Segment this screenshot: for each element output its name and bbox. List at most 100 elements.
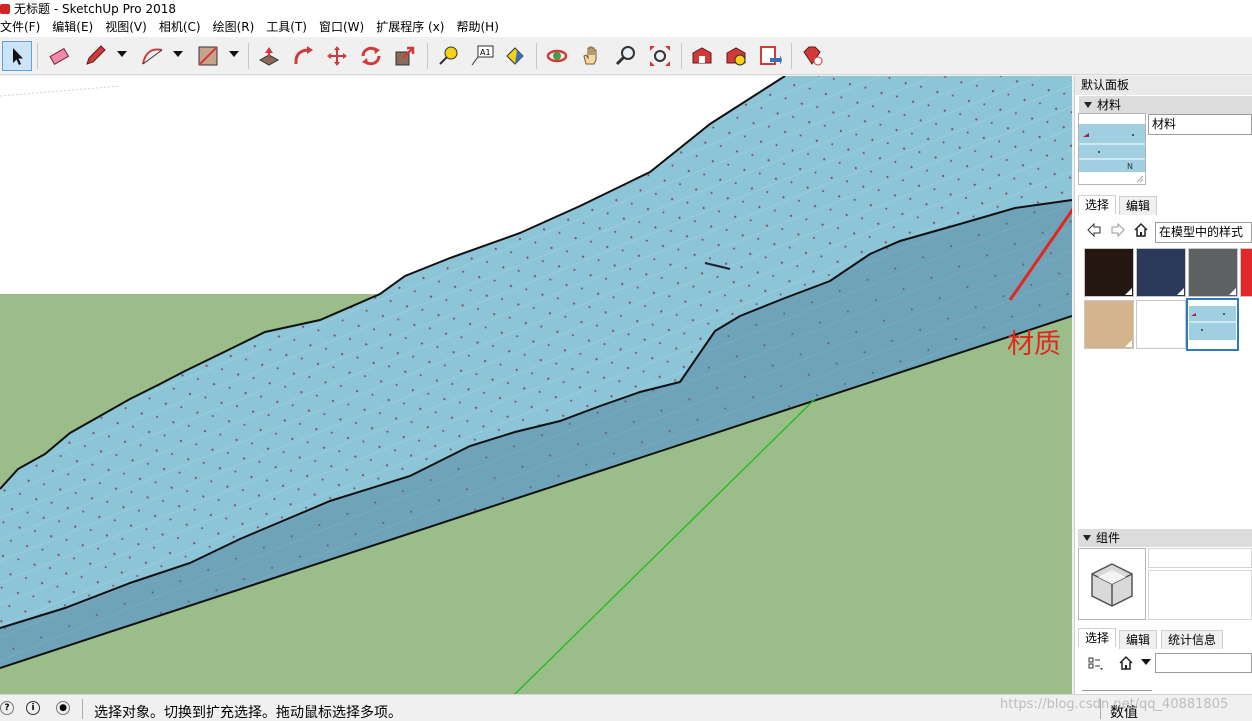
move-tool-button[interactable] [322, 41, 352, 71]
components-panel-title: 组件 [1096, 531, 1121, 545]
menu-camera[interactable]: 相机(C) [153, 17, 207, 37]
components-panel-header[interactable]: 组件 [1078, 529, 1252, 547]
geo-location-icon[interactable]: ? [0, 701, 14, 715]
forward-icon[interactable] [1110, 222, 1126, 238]
rectangle-tool-button[interactable] [193, 41, 223, 71]
component-cube-icon [1091, 563, 1133, 607]
scale-tool-button[interactable] [390, 41, 420, 71]
tape-measure-icon [439, 46, 458, 65]
follow-me-tool-button[interactable] [288, 41, 318, 71]
menu-file[interactable]: 文件(F) [0, 17, 46, 37]
pencil-dropdown-icon[interactable] [117, 51, 127, 57]
rectangle-icon [198, 46, 218, 66]
orbit-icon [546, 49, 568, 63]
view-options-icon[interactable] [1088, 655, 1104, 671]
layout-send-icon [760, 46, 782, 65]
text-label-icon: A1 [471, 45, 494, 66]
components-dropdown-icon[interactable] [1141, 659, 1151, 665]
tab-components-edit[interactable]: 编辑 [1119, 630, 1158, 649]
texture-swatch-icon [1188, 300, 1237, 349]
materials-panel-header[interactable]: 材料 [1079, 96, 1252, 114]
text-tool-label: A1 [480, 48, 491, 57]
pencil-tool-button[interactable] [80, 41, 110, 71]
arc-icon [142, 48, 163, 65]
tab-materials-edit[interactable]: 编辑 [1119, 196, 1158, 215]
user-account-icon[interactable]: ● [56, 701, 70, 715]
sketchup-window: 无标题 - SketchUp Pro 2018 文件(F) 编辑(E) 视图(V… [0, 0, 1252, 721]
scale-icon [395, 46, 415, 66]
menu-draw[interactable]: 绘图(R) [207, 17, 261, 37]
menu-bar: 文件(F) 编辑(E) 视图(V) 相机(C) 绘图(R) 工具(T) 窗口(W… [0, 17, 1252, 37]
ruby-gem-icon [803, 46, 823, 66]
home-icon[interactable] [1133, 222, 1149, 238]
zoom-extents-icon [650, 46, 670, 66]
material-swatch-ground-texture[interactable] [1186, 298, 1239, 351]
3d-warehouse-button[interactable] [687, 41, 717, 71]
svg-text:N: N [1127, 162, 1133, 171]
material-name-field[interactable]: 材料 [1148, 114, 1252, 135]
rotate-tool-button[interactable] [356, 41, 386, 71]
component-search-input[interactable] [1155, 653, 1252, 673]
text-tool-button[interactable]: A1 [467, 41, 497, 71]
watermark: https://blog.csdn.net/qq_40881805 [1000, 697, 1229, 712]
zoom-tool-button[interactable] [611, 41, 641, 71]
material-swatch-tan[interactable] [1084, 300, 1134, 349]
eraser-tool-button[interactable] [44, 41, 74, 71]
layout-send-button[interactable] [755, 41, 785, 71]
menu-tools[interactable]: 工具(T) [260, 17, 313, 37]
pencil-icon [86, 45, 106, 65]
component-preview[interactable] [1078, 548, 1146, 620]
collapse-triangle-icon [1083, 535, 1091, 541]
tab-components-statistics[interactable]: 统计信息 [1161, 630, 1224, 649]
tab-materials-select[interactable]: 选择 [1078, 195, 1117, 214]
menu-edit[interactable]: 编辑(E) [46, 17, 99, 37]
collapse-triangle-icon [1084, 102, 1092, 108]
tape-measure-tool-button[interactable] [433, 41, 463, 71]
zoom-icon [615, 46, 635, 66]
material-swatch-navy[interactable] [1136, 248, 1186, 297]
orbit-tool-button[interactable] [542, 41, 572, 71]
menu-view[interactable]: 视图(V) [99, 17, 153, 37]
components-home-icon[interactable] [1118, 655, 1134, 671]
large-toolset: A1 [0, 37, 1252, 75]
follow-me-icon [294, 46, 313, 65]
annotation-label: 材质 [1007, 329, 1061, 360]
rotate-icon [361, 46, 381, 66]
menu-extensions[interactable]: 扩展程序 (x) [370, 17, 450, 37]
component-description-field[interactable] [1148, 570, 1252, 620]
paint-bucket-icon [506, 47, 524, 65]
tab-components-select[interactable]: 选择 [1078, 628, 1117, 647]
modeling-viewport[interactable]: 材质 [0, 76, 1072, 694]
select-tool-button[interactable] [2, 41, 32, 71]
menu-window[interactable]: 窗口(W) [313, 17, 370, 37]
texture-preview-icon: N [1079, 124, 1145, 183]
status-message: 选择对象。切换到扩充选择。拖动鼠标选择多项。 [94, 705, 402, 721]
arc-tool-button[interactable] [137, 41, 167, 71]
extension-manager-button[interactable] [797, 41, 827, 71]
component-name-field[interactable] [1148, 548, 1252, 568]
extension-warehouse-icon [726, 47, 746, 66]
pan-hand-icon [583, 46, 597, 65]
material-swatch-red[interactable] [1240, 248, 1252, 297]
arc-dropdown-icon[interactable] [173, 51, 183, 57]
scene-canvas [0, 76, 1072, 694]
info-icon[interactable]: i [26, 701, 40, 715]
window-title: 无标题 - SketchUp Pro 2018 [14, 2, 176, 16]
push-pull-tool-button[interactable] [254, 41, 284, 71]
title-bar: 无标题 - SketchUp Pro 2018 [0, 0, 1252, 17]
material-swatch-gray[interactable] [1188, 248, 1238, 297]
zoom-extents-tool-button[interactable] [645, 41, 675, 71]
shape-dropdown-icon[interactable] [229, 51, 239, 57]
material-swatch-dark-brown[interactable] [1084, 248, 1134, 297]
back-icon[interactable] [1086, 222, 1102, 238]
material-swatch-white[interactable] [1136, 300, 1186, 349]
extension-warehouse-button[interactable] [721, 41, 751, 71]
collection-dropdown[interactable]: 在模型中的样式 [1155, 222, 1252, 243]
material-preview[interactable]: N [1078, 113, 1146, 185]
paint-bucket-tool-button[interactable] [500, 41, 530, 71]
cursor-arrow-icon [13, 48, 23, 65]
tray-title: 默认面板 [1075, 76, 1252, 95]
move-icon [327, 46, 347, 66]
menu-help[interactable]: 帮助(H) [450, 17, 504, 37]
pan-tool-button[interactable] [577, 41, 607, 71]
